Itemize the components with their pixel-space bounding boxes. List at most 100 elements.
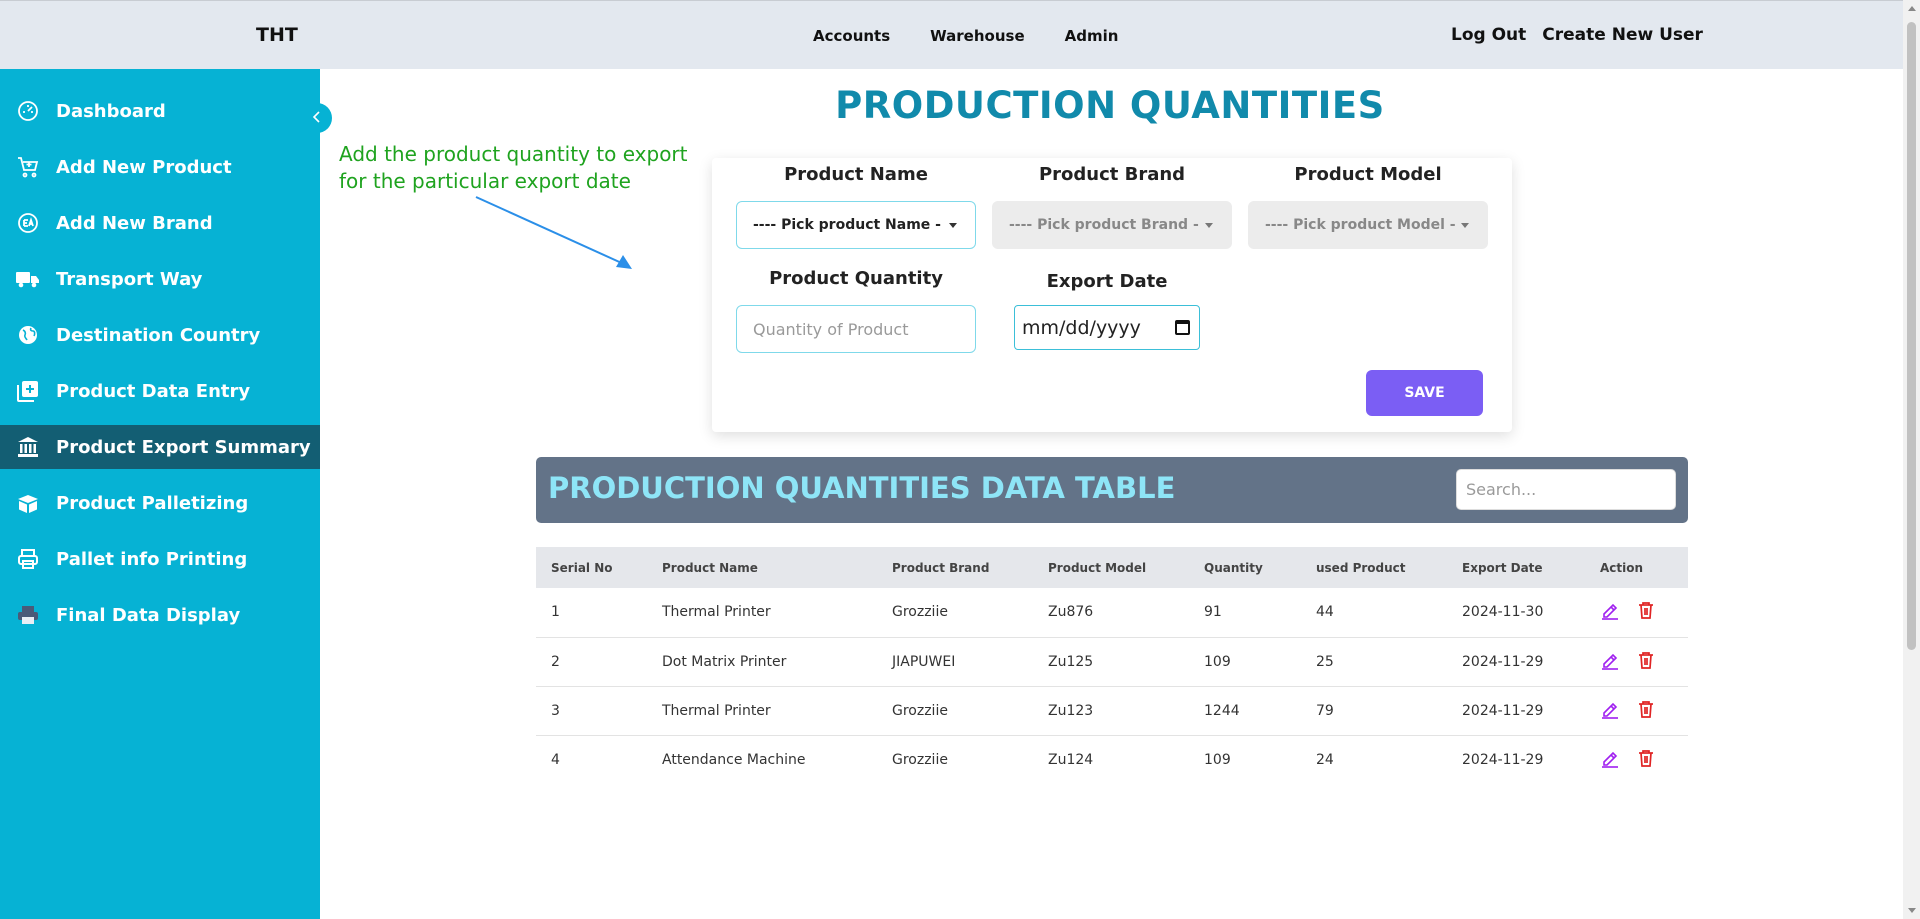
sidebar-item-add-new-brand[interactable]: Add New Brand bbox=[0, 201, 320, 245]
delete-icon[interactable] bbox=[1636, 650, 1656, 670]
cell-quantity: 1244 bbox=[1189, 686, 1301, 736]
cell-model: Zu124 bbox=[1048, 751, 1094, 768]
cell-export-date: 2024-11-29 bbox=[1462, 751, 1544, 768]
sidebar-item-dashboard[interactable]: Dashboard bbox=[0, 89, 320, 133]
printer-icon bbox=[15, 546, 41, 572]
product-brand-label: Product Brand bbox=[1038, 164, 1186, 185]
top-navbar: THT Accounts Warehouse Admin Log Out Cre… bbox=[0, 0, 1903, 69]
cell-brand: Grozziie bbox=[892, 751, 948, 768]
cell-actions bbox=[1585, 637, 1688, 687]
table-header-bar: PRODUCTION QUANTITIES DATA TABLE bbox=[536, 457, 1688, 523]
save-button[interactable]: SAVE bbox=[1366, 370, 1483, 416]
caret-down-icon bbox=[1205, 223, 1213, 228]
cell-export-date: 2024-11-30 bbox=[1447, 588, 1585, 638]
globe-icon bbox=[15, 322, 41, 348]
sidebar-item-label: Product Data Entry bbox=[56, 380, 251, 402]
sidebar-item-label: Dashboard bbox=[56, 100, 166, 122]
brand-logo[interactable]: THT bbox=[256, 24, 298, 46]
product-name-select-value: ---- Pick product Name - bbox=[753, 217, 941, 233]
sidebar-item-label: Product Export Summary bbox=[56, 436, 311, 458]
page-title: PRODUCTION QUANTITIES bbox=[835, 84, 1385, 127]
sidebar-item-label: Product Palletizing bbox=[56, 492, 249, 514]
edit-icon[interactable] bbox=[1600, 748, 1620, 768]
cell-quantity: 109 bbox=[1204, 751, 1231, 768]
sidebar-item-label: Destination Country bbox=[56, 324, 261, 346]
table-row: 4 Attendance Machine Grozziie Zu124 109 … bbox=[536, 735, 1688, 784]
cell-quantity: 109 bbox=[1189, 637, 1301, 687]
cell-actions bbox=[1585, 686, 1688, 736]
cell-product-name: Thermal Printer bbox=[647, 686, 877, 736]
column-header: Serial No bbox=[536, 547, 647, 588]
printer-icon bbox=[15, 602, 41, 628]
cell-serial: 4 bbox=[551, 751, 560, 768]
product-brand-select[interactable]: ---- Pick product Brand - bbox=[992, 201, 1232, 249]
nav-accounts[interactable]: Accounts bbox=[813, 27, 890, 45]
top-nav: Accounts Warehouse Admin bbox=[813, 27, 1118, 45]
annotation-text: Add the product quantity to export for t… bbox=[339, 142, 688, 193]
product-quantity-label: Product Quantity bbox=[769, 268, 943, 289]
cell-quantity: 91 bbox=[1189, 588, 1301, 638]
annotation-arrow-icon bbox=[475, 196, 632, 269]
cell-export-date: 2024-11-29 bbox=[1447, 637, 1585, 687]
sidebar-item-product-data-entry[interactable]: Product Data Entry bbox=[0, 369, 320, 413]
sidebar-item-label: Final Data Display bbox=[56, 604, 241, 626]
logout-link[interactable]: Log Out bbox=[1451, 25, 1526, 45]
sidebar-collapse-button[interactable] bbox=[302, 103, 332, 133]
product-model-select[interactable]: ---- Pick product Model - bbox=[1248, 201, 1488, 249]
edit-icon[interactable] bbox=[1600, 699, 1620, 719]
cell-product-name: Thermal Printer bbox=[647, 588, 877, 638]
sidebar-item-label: Add New Product bbox=[56, 156, 232, 178]
dashboard-icon bbox=[15, 98, 41, 124]
cell-used-product: 79 bbox=[1301, 686, 1447, 736]
edit-icon[interactable] bbox=[1600, 600, 1620, 621]
product-quantity-input[interactable] bbox=[736, 305, 976, 353]
user-actions: Log Out Create New User bbox=[1451, 25, 1703, 45]
sidebar-item-add-new-product[interactable]: Add New Product bbox=[0, 145, 320, 189]
production-quantities-table: Serial No Product Name Product Brand Pro… bbox=[536, 547, 1688, 784]
delete-icon[interactable] bbox=[1636, 748, 1656, 768]
nav-admin[interactable]: Admin bbox=[1065, 27, 1119, 45]
cell-serial: 3 bbox=[536, 686, 647, 736]
product-name-label: Product Name bbox=[784, 164, 928, 185]
product-brand-select-value: ---- Pick product Brand - bbox=[1009, 217, 1199, 233]
column-header: Product Name bbox=[647, 547, 877, 588]
create-user-link[interactable]: Create New User bbox=[1542, 25, 1703, 45]
sidebar-item-product-palletizing[interactable]: Product Palletizing bbox=[0, 481, 320, 525]
cell-brand: Grozziie bbox=[877, 588, 1033, 638]
sidebar-item-label: Add New Brand bbox=[56, 212, 213, 234]
calendar-icon[interactable] bbox=[1175, 320, 1190, 335]
product-model-select-value: ---- Pick product Model - bbox=[1265, 217, 1456, 233]
sidebar-item-final-data-display[interactable]: Final Data Display bbox=[0, 593, 320, 637]
table-row: 2 Dot Matrix Printer JIAPUWEI Zu125 109 … bbox=[536, 637, 1688, 687]
product-name-select[interactable]: ---- Pick product Name - bbox=[736, 201, 976, 249]
table-row: 3 Thermal Printer Grozziie Zu123 1244 79… bbox=[536, 686, 1688, 736]
scrollbar-thumb[interactable] bbox=[1907, 22, 1916, 650]
package-icon bbox=[15, 490, 41, 516]
sidebar-item-pallet-info-printing[interactable]: Pallet info Printing bbox=[0, 537, 320, 581]
cell-serial: 1 bbox=[536, 588, 647, 638]
delete-icon[interactable] bbox=[1636, 699, 1656, 719]
edit-icon[interactable] bbox=[1600, 650, 1620, 670]
export-date-value: mm/dd/yyyy bbox=[1022, 316, 1141, 339]
scroll-up-arrow-icon[interactable] bbox=[1908, 6, 1916, 11]
sidebar-item-transport-way[interactable]: Transport Way bbox=[0, 257, 320, 301]
sidebar-item-label: Transport Way bbox=[56, 268, 203, 290]
cell-brand: Grozziie bbox=[877, 686, 1033, 736]
bank-icon bbox=[15, 434, 41, 460]
cell-export-date: 2024-11-29 bbox=[1447, 686, 1585, 736]
delete-icon[interactable] bbox=[1636, 600, 1656, 620]
sidebar-item-product-export-summary[interactable]: Product Export Summary bbox=[0, 425, 320, 469]
product-model-label: Product Model bbox=[1294, 164, 1442, 185]
cell-product-name: Dot Matrix Printer bbox=[647, 637, 877, 687]
page-scrollbar[interactable] bbox=[1903, 0, 1920, 919]
caret-down-icon bbox=[1461, 223, 1469, 228]
search-input[interactable] bbox=[1456, 469, 1676, 510]
nav-warehouse[interactable]: Warehouse bbox=[930, 27, 1024, 45]
cell-brand: JIAPUWEI bbox=[877, 637, 1033, 687]
cell-used-product: 25 bbox=[1301, 637, 1447, 687]
sidebar-item-destination-country[interactable]: Destination Country bbox=[0, 313, 320, 357]
scroll-down-arrow-icon[interactable] bbox=[1908, 908, 1916, 913]
table-title: PRODUCTION QUANTITIES DATA TABLE bbox=[548, 471, 1176, 505]
export-date-input[interactable]: mm/dd/yyyy bbox=[1014, 305, 1200, 350]
cell-product-name: Attendance Machine bbox=[662, 751, 806, 768]
